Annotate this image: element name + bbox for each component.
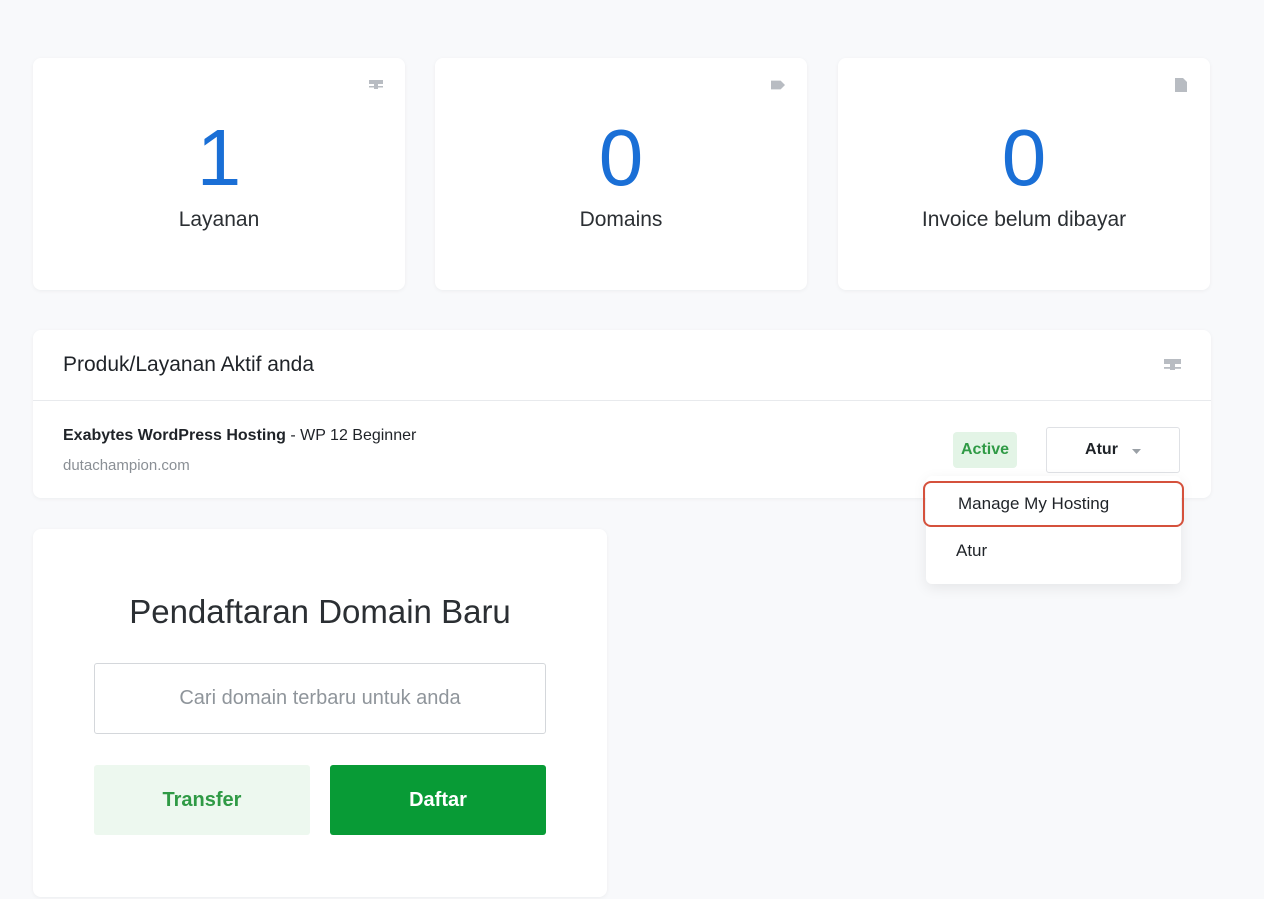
- invoices-stat-card[interactable]: 0 Invoice belum dibayar: [838, 58, 1210, 290]
- menu-item-manage-my-hosting[interactable]: Manage My Hosting: [923, 481, 1184, 527]
- panel-title: Produk/Layanan Aktif anda: [63, 353, 315, 376]
- product-name: Exabytes WordPress Hosting: [63, 427, 286, 444]
- domains-stat-card[interactable]: 0 Domains: [435, 58, 807, 290]
- invoices-count: 0: [1001, 113, 1047, 202]
- domain-registration-card: Pendaftaran Domain Baru Transfer Daftar: [33, 529, 607, 897]
- manage-dropdown-label: Atur: [1085, 441, 1118, 458]
- register-button[interactable]: Daftar: [330, 765, 546, 835]
- manage-dropdown-menu: Manage My Hosting Atur: [923, 476, 1184, 584]
- document-icon: [1174, 78, 1188, 92]
- services-stat-card[interactable]: 1 Layanan: [33, 58, 405, 290]
- services-count: 1: [196, 113, 242, 202]
- product-line: Exabytes WordPress Hosting - WP 12 Begin…: [63, 427, 416, 445]
- server-icon: [369, 78, 383, 92]
- domain-search-input[interactable]: [94, 663, 546, 734]
- panel-header: Produk/Layanan Aktif anda: [33, 330, 1211, 401]
- manage-dropdown-button[interactable]: Atur: [1046, 427, 1180, 473]
- tag-icon: [771, 78, 785, 92]
- domain-registration-title: Pendaftaran Domain Baru: [129, 593, 511, 630]
- server-icon: [1164, 358, 1181, 376]
- domains-label: Domains: [579, 208, 663, 231]
- domains-count: 0: [598, 113, 644, 202]
- service-domain: dutachampion.com: [63, 457, 190, 474]
- active-services-panel: Produk/Layanan Aktif anda Exabytes WordP…: [33, 330, 1211, 498]
- caret-down-icon: [1131, 441, 1141, 459]
- services-label: Layanan: [178, 208, 260, 231]
- product-plan: - WP 12 Beginner: [285, 427, 417, 444]
- menu-item-atur[interactable]: Atur: [926, 528, 1181, 574]
- invoices-label: Invoice belum dibayar: [921, 208, 1127, 231]
- status-badge: Active: [953, 432, 1018, 468]
- transfer-button[interactable]: Transfer: [94, 765, 310, 835]
